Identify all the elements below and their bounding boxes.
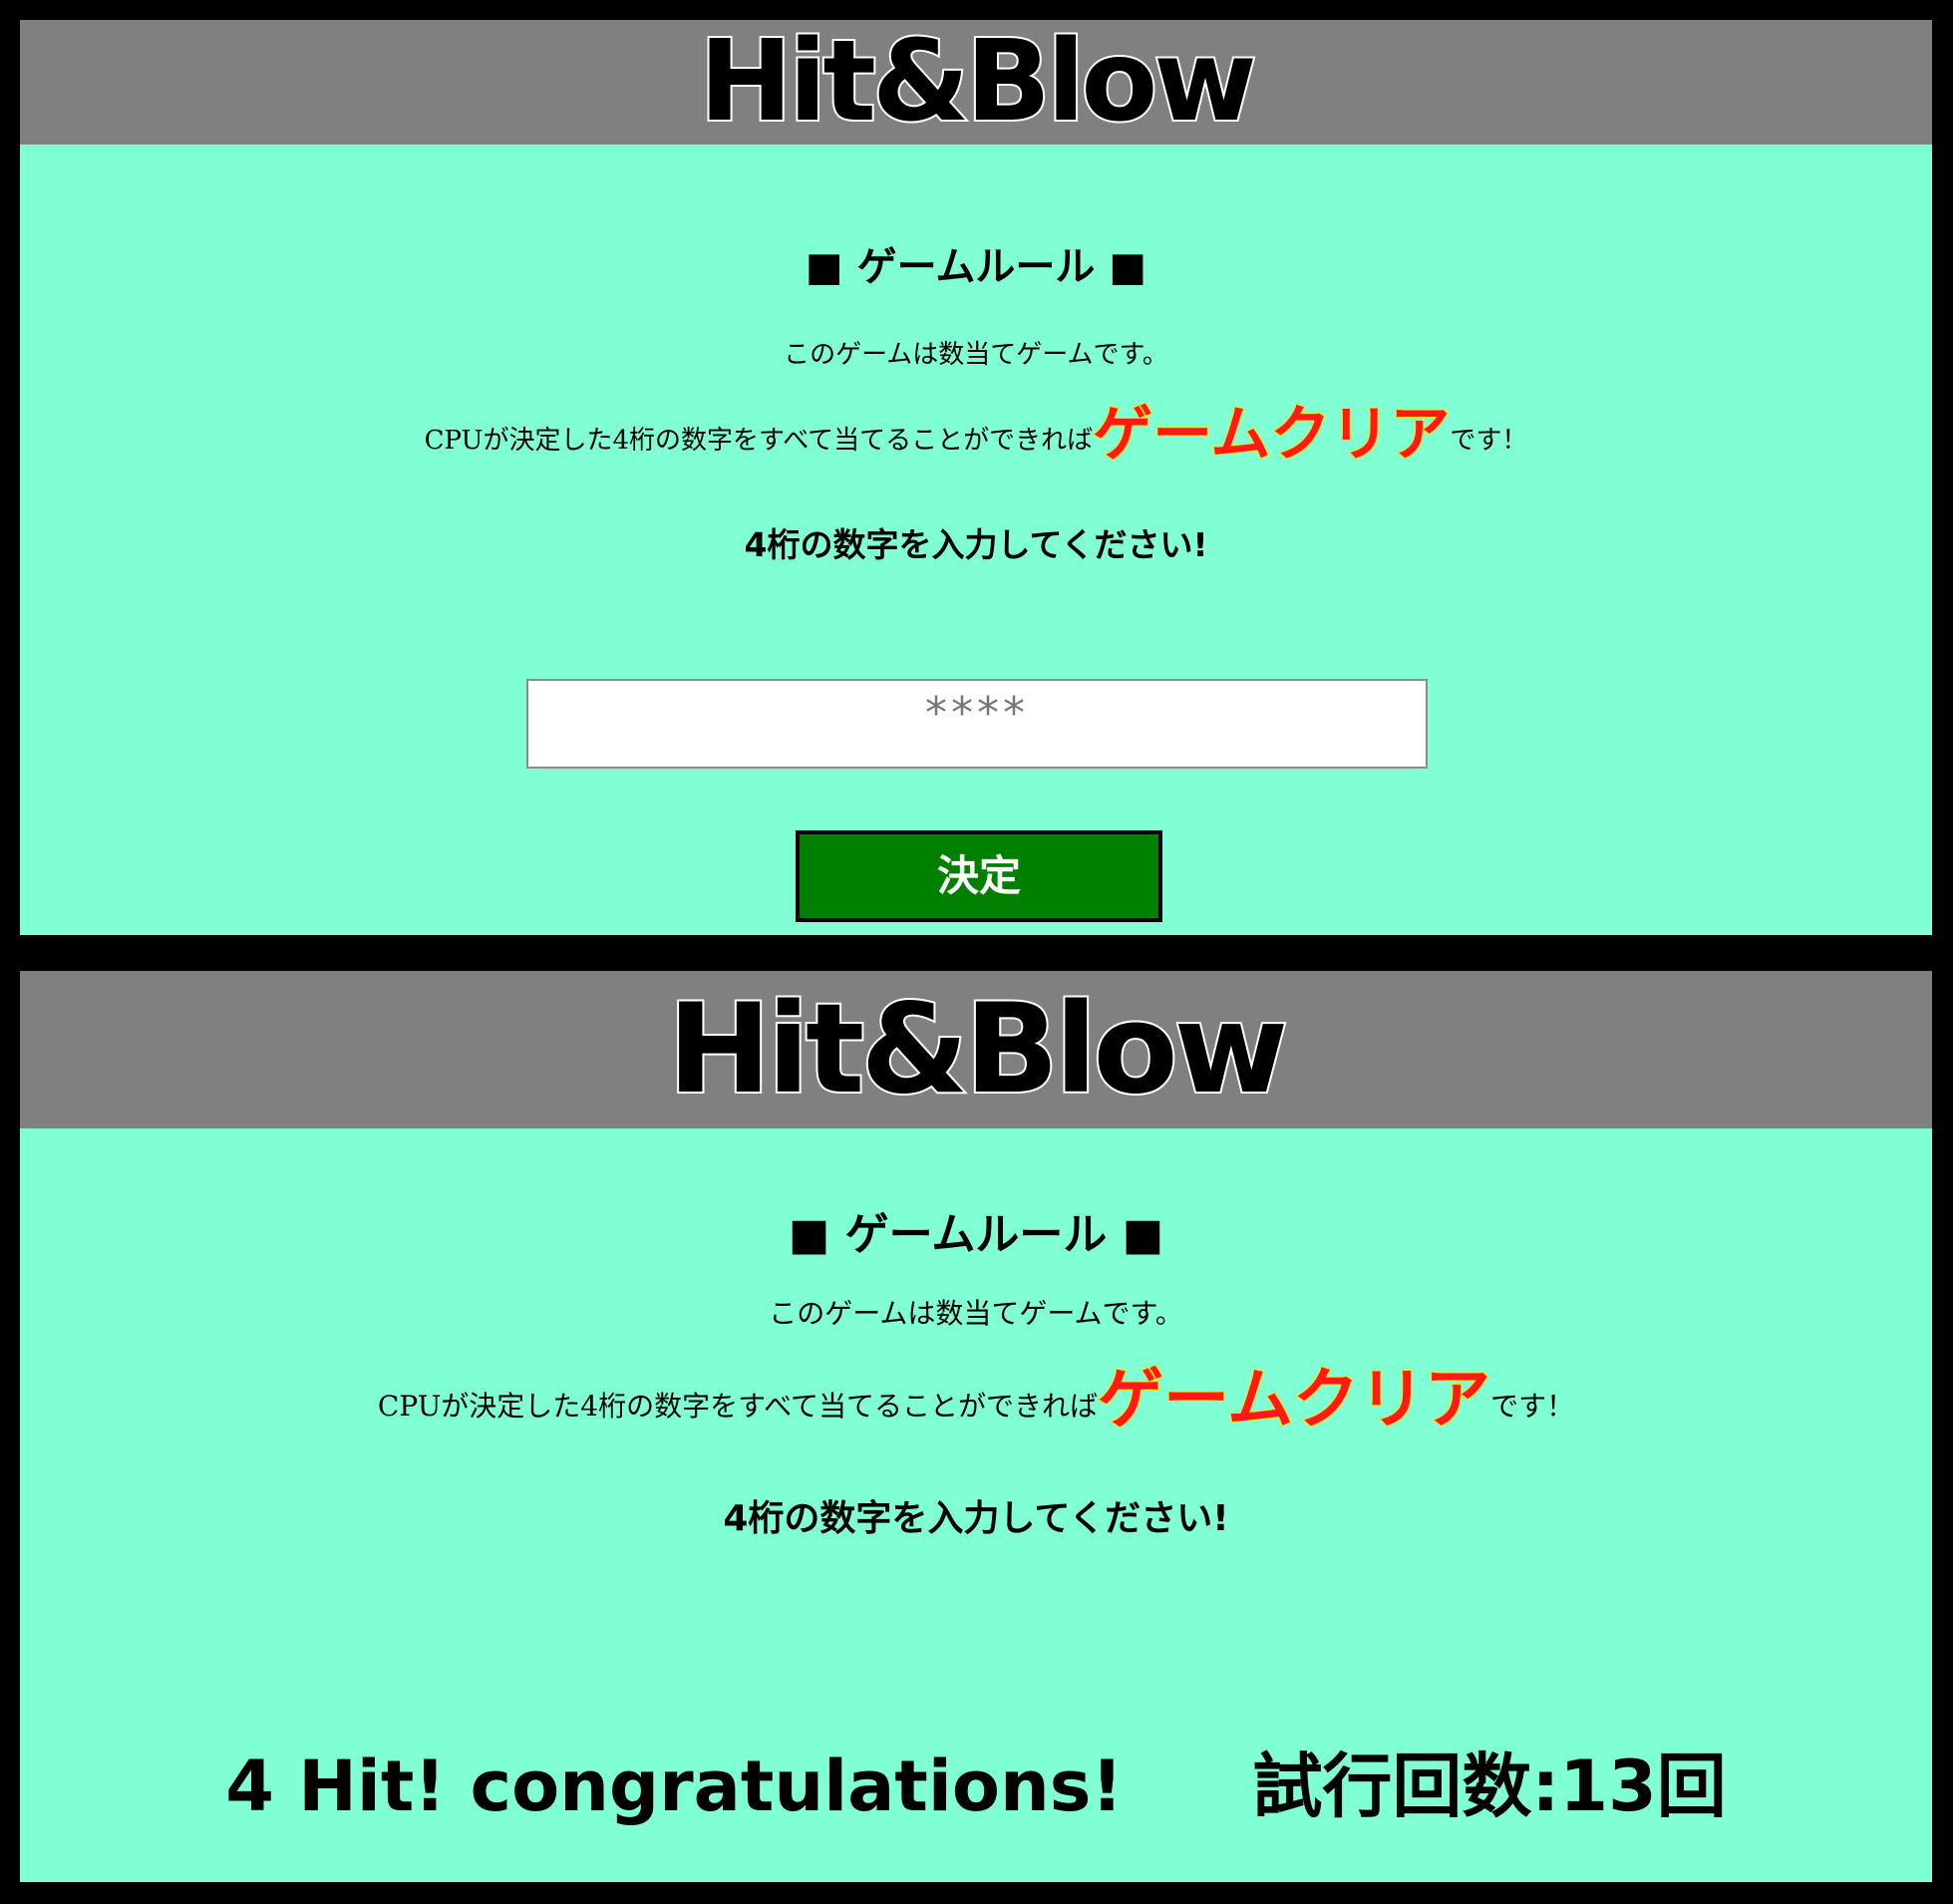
game-clear-highlight: ゲームクリア [1097, 1360, 1491, 1438]
rules-text-line2: CPUが決定した4桁の数字をすべて当てることができればゲームクリアです！ [20, 386, 1932, 473]
submit-button[interactable]: 決定 [796, 830, 1162, 922]
game-screen-result: Hit&Blow ■ ゲームルール ■ このゲームは数当てゲームです。 CPUが… [20, 971, 1932, 1882]
rules-text-before: CPUが決定した4桁の数字をすべて当てることができれば [424, 426, 1094, 456]
rules-text-after: です！ [1490, 1390, 1575, 1423]
app-title: Hit&Blow [666, 976, 1290, 1123]
rules-text-line2: CPUが決定した4桁の数字をすべて当てることができればゲームクリアです！ [20, 1346, 1932, 1441]
header-bar: Hit&Blow [20, 971, 1932, 1128]
rules-heading: ■ ゲームルール ■ [788, 1209, 1164, 1260]
rules-heading: ■ ゲームルール ■ [805, 244, 1147, 290]
result-message: 4 Hit! congratulations! [225, 1745, 1124, 1827]
app-title: Hit&Blow [697, 20, 1259, 147]
header-bar: Hit&Blow [20, 20, 1932, 147]
rules-text-line1: このゲームは数当てゲームです。 [769, 1297, 1183, 1330]
attempt-count: 試行回数:13回 [1252, 1745, 1727, 1827]
game-clear-highlight: ゲームクリア [1092, 399, 1451, 471]
result-line: 4 Hit! congratulations! 試行回数:13回 [20, 1731, 1932, 1831]
input-prompt: 4桁の数字を入力してください! [723, 1498, 1229, 1539]
rules-text-before: CPUが決定した4桁の数字をすべて当てることができれば [377, 1390, 1099, 1423]
digit-input[interactable] [526, 679, 1428, 769]
game-screen-input: Hit&Blow ■ ゲームルール ■ このゲームは数当てゲームです。 CPUが… [20, 20, 1932, 935]
rules-text-line1: このゲームは数当てゲームです。 [784, 340, 1168, 370]
rules-text-after: です！ [1450, 426, 1528, 456]
input-prompt: 4桁の数字を入力してください! [744, 525, 1208, 564]
